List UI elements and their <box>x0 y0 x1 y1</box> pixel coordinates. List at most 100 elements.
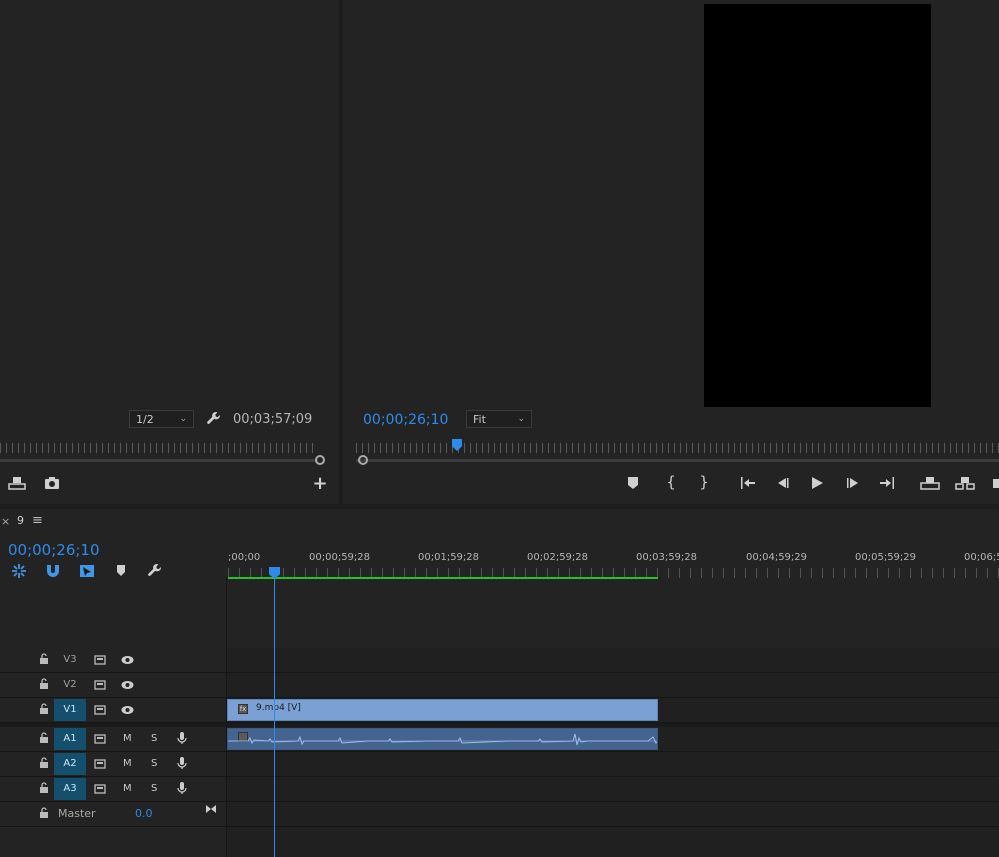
sync-lock-icon[interactable] <box>94 734 106 747</box>
clip-name: 9.mp4 [V] <box>256 703 301 713</box>
chevron-down-icon: ⌄ <box>179 414 187 424</box>
program-zoom-value: Fit <box>473 412 486 426</box>
eye-icon[interactable] <box>121 705 134 718</box>
source-scrub-track[interactable] <box>0 459 318 462</box>
mute-button[interactable]: M <box>123 733 132 744</box>
step-back-icon[interactable] <box>775 476 791 490</box>
lock-icon[interactable] <box>39 782 49 797</box>
timeline-playhead-line[interactable] <box>274 572 275 857</box>
track-lane-v2[interactable] <box>227 673 999 697</box>
lock-icon[interactable] <box>39 653 49 668</box>
source-zoom-handle[interactable] <box>315 455 325 465</box>
track-row-a1: A1 M S <box>0 727 999 752</box>
track-target-v1[interactable]: V1 <box>54 699 86 721</box>
program-timecode[interactable]: 00;00;26;10 <box>363 412 448 428</box>
mark-in-icon[interactable]: { <box>664 474 678 490</box>
source-monitor-panel <box>0 0 339 504</box>
timeline-empty-area[interactable] <box>227 827 999 857</box>
program-zoom-handle[interactable] <box>358 455 368 465</box>
export-frame-icon[interactable] <box>991 476 999 490</box>
ruler-label: 00;01;59;28 <box>418 552 480 563</box>
program-video-frame <box>704 4 931 407</box>
add-marker-icon[interactable] <box>115 564 129 578</box>
master-label: Master <box>58 807 96 820</box>
track-target-a1[interactable]: A1 <box>54 728 86 750</box>
fx-badge-icon: fx <box>238 704 248 714</box>
ruler-label: 00;03;59;28 <box>636 552 698 563</box>
ruler-label: ;00;00 <box>228 552 261 563</box>
ruler-label: 00;00;59;28 <box>309 552 371 563</box>
extract-icon[interactable] <box>955 476 975 490</box>
track-lane-v1[interactable]: fx 9.mp4 [V] <box>227 698 999 722</box>
ruler-label: 00;02;59;28 <box>527 552 589 563</box>
go-to-end-icon[interactable] <box>205 804 217 817</box>
timeline-timecode[interactable]: 00;00;26;10 <box>8 541 100 559</box>
linked-selection-icon[interactable] <box>79 563 95 579</box>
track-label-v2[interactable]: V2 <box>54 673 86 697</box>
track-row-a3: A3 M S <box>0 777 999 802</box>
camera-icon[interactable] <box>44 476 60 490</box>
lift-icon[interactable] <box>920 476 940 490</box>
video-clip[interactable]: fx 9.mp4 [V] <box>227 699 658 721</box>
master-volume-value[interactable]: 0.0 <box>135 807 153 820</box>
microphone-icon[interactable] <box>177 756 187 773</box>
solo-button[interactable]: S <box>151 783 157 794</box>
add-marker-icon[interactable] <box>627 476 641 490</box>
lock-icon[interactable] <box>39 807 49 822</box>
program-scrub-track[interactable] <box>356 459 999 462</box>
track-lane-a2[interactable] <box>227 752 999 776</box>
audio-waveform <box>228 733 657 746</box>
program-zoom-dropdown[interactable]: Fit ⌄ <box>466 410 532 428</box>
sync-lock-icon[interactable] <box>94 759 106 772</box>
sync-lock-icon[interactable] <box>94 680 106 693</box>
nest-sequence-icon[interactable] <box>11 563 27 579</box>
lock-icon[interactable] <box>39 757 49 772</box>
go-to-out-icon[interactable] <box>878 476 896 490</box>
panel-menu-icon[interactable]: ≡ <box>32 513 43 528</box>
track-label-v3[interactable]: V3 <box>54 648 86 672</box>
sync-lock-icon[interactable] <box>94 655 106 668</box>
sync-lock-icon[interactable] <box>94 784 106 797</box>
play-icon[interactable] <box>809 476 825 490</box>
solo-button[interactable]: S <box>151 733 157 744</box>
solo-button[interactable]: S <box>151 758 157 769</box>
wrench-icon[interactable] <box>206 411 222 426</box>
track-row-v3: V3 <box>0 648 999 673</box>
step-forward-icon[interactable] <box>845 476 861 490</box>
eye-icon[interactable] <box>121 655 134 668</box>
microphone-icon[interactable] <box>177 731 187 748</box>
microphone-icon[interactable] <box>177 781 187 798</box>
mute-button[interactable]: M <box>123 758 132 769</box>
track-lane-a1[interactable] <box>227 727 999 751</box>
go-to-in-icon[interactable] <box>739 476 757 490</box>
lock-icon[interactable] <box>39 703 49 718</box>
close-tab-icon[interactable]: × <box>1 515 10 528</box>
track-lane-v3[interactable] <box>227 648 999 672</box>
wrench-icon[interactable] <box>147 563 163 578</box>
mark-out-icon[interactable]: } <box>697 474 711 490</box>
chevron-down-icon: ⌄ <box>517 414 525 424</box>
track-lane-master[interactable] <box>227 802 999 826</box>
source-resolution-value: 1/2 <box>136 412 154 426</box>
lock-icon[interactable] <box>39 678 49 693</box>
sequence-tab-name[interactable]: 9 <box>17 514 24 527</box>
snap-magnet-icon[interactable] <box>45 563 61 579</box>
source-resolution-dropdown[interactable]: 1/2 ⌄ <box>129 410 194 428</box>
eye-icon[interactable] <box>121 680 134 693</box>
track-row-a2: A2 M S <box>0 752 999 777</box>
track-row-v2: V2 <box>0 673 999 698</box>
export-frame-icon[interactable] <box>8 476 26 490</box>
mute-button[interactable]: M <box>123 783 132 794</box>
track-row-master: Master 0.0 <box>0 802 999 827</box>
sync-lock-icon[interactable] <box>94 705 106 718</box>
ruler-label: 00;06;5 <box>964 552 999 563</box>
add-button-icon[interactable]: + <box>312 475 328 493</box>
track-lane-a3[interactable] <box>227 777 999 801</box>
lock-icon[interactable] <box>39 732 49 747</box>
ruler-label: 00;04;59;29 <box>746 552 808 563</box>
source-ruler[interactable] <box>0 443 318 453</box>
audio-clip[interactable] <box>227 728 658 750</box>
track-target-a2[interactable]: A2 <box>54 753 86 775</box>
render-bar <box>228 577 658 579</box>
track-target-a3[interactable]: A3 <box>54 778 86 800</box>
